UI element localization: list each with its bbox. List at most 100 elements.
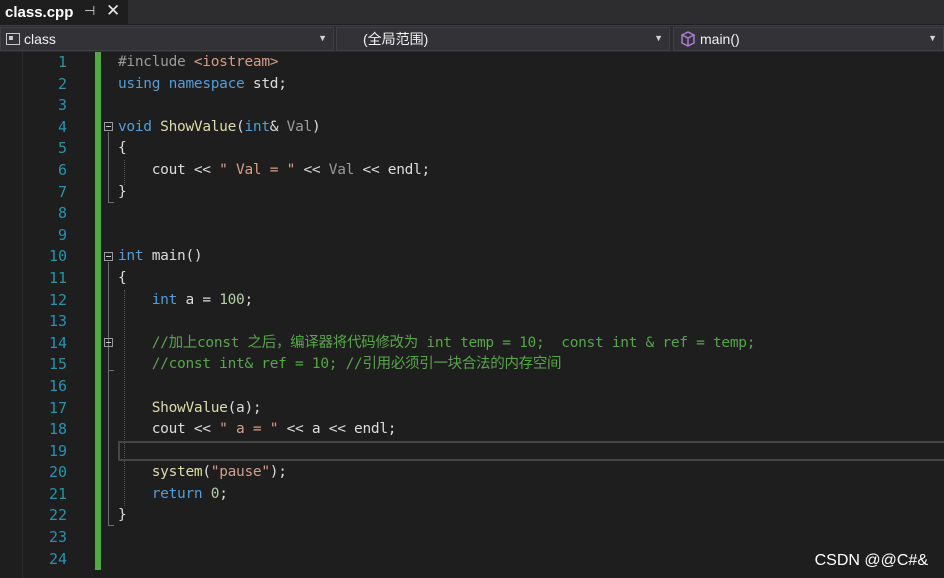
- code-line-15: //const int& ref = 10; //引用必须引一块合法的内存空间: [118, 356, 562, 373]
- code-text-segment: cout <<: [118, 421, 220, 438]
- line-number: 13: [48, 312, 67, 331]
- keyword: return: [151, 485, 203, 502]
- saved-changes-bar: [95, 52, 101, 570]
- preprocessor-directive: #include: [118, 54, 194, 70]
- string-literal: " Val = ": [219, 161, 296, 178]
- document-tab[interactable]: class.cpp ⊣ ✕: [0, 0, 128, 24]
- line-number: 16: [48, 376, 67, 395]
- line-number-gutter: 1 2 3 4 5 6 7 8 9 10 11 12 13 14 15 16 1…: [22, 52, 67, 570]
- fold-guide: [108, 262, 109, 526]
- keyword: namespace: [168, 75, 245, 92]
- code-text-segment: << a << endl;: [278, 421, 397, 438]
- method-cube-icon: [681, 31, 695, 47]
- line-number: 24: [48, 549, 67, 568]
- document-tab-bar: class.cpp ⊣ ✕: [0, 0, 944, 24]
- code-text-segment: (a);: [227, 399, 262, 416]
- code-line-10: int main(): [118, 246, 944, 268]
- code-text-segment: (: [202, 464, 211, 481]
- chevron-down-icon: ▼: [318, 33, 327, 43]
- line-number: 4: [57, 117, 67, 136]
- line-number: 7: [57, 182, 67, 201]
- code-line-22: }: [118, 505, 944, 527]
- code-line-5: {: [118, 138, 944, 160]
- line-number: 17: [48, 398, 67, 417]
- string-literal: "pause": [210, 464, 270, 481]
- code-line-6: cout << " Val = " << Val << endl;: [118, 160, 944, 182]
- code-line-7: }: [118, 182, 944, 204]
- fold-end: [108, 202, 114, 203]
- code-line-4: void ShowValue(int& Val): [118, 117, 944, 139]
- line-number: 12: [48, 290, 67, 309]
- function-dropdown[interactable]: main() ▼: [673, 27, 944, 51]
- code-line-11: {: [118, 268, 944, 290]
- code-text-segment: std;: [244, 75, 287, 92]
- scope-label: class: [24, 31, 56, 47]
- line-number: 3: [57, 96, 67, 115]
- code-line-12: int a = 100;: [118, 290, 944, 312]
- parameter: Val: [286, 118, 313, 135]
- line-number: 21: [48, 484, 67, 503]
- code-text[interactable]: #include <iostream> using namespace std;…: [118, 52, 944, 570]
- line-number: 14: [48, 333, 67, 352]
- code-text-segment: ;: [219, 485, 228, 502]
- pin-icon[interactable]: ⊣: [84, 3, 95, 19]
- range-dropdown[interactable]: (全局范围) ▼: [336, 27, 670, 51]
- line-number: 11: [48, 268, 67, 287]
- number-literal: 100: [219, 291, 245, 308]
- code-text-segment: &: [269, 118, 287, 135]
- line-number: 2: [57, 74, 67, 93]
- code-text-segment: );: [269, 464, 287, 481]
- code-line-17: ShowValue(a);: [118, 398, 944, 420]
- fold-guide: [108, 132, 109, 203]
- glyph-margin[interactable]: [0, 52, 23, 578]
- collapse-icon[interactable]: [104, 338, 113, 347]
- collapse-icon[interactable]: [104, 122, 113, 131]
- line-number: 19: [48, 441, 67, 460]
- code-text-segment: {: [118, 269, 127, 286]
- tab-title: class.cpp: [5, 3, 74, 21]
- keyword: void: [118, 118, 152, 135]
- keyword: int: [151, 291, 178, 308]
- keyword: using: [118, 75, 161, 92]
- code-text-segment: << endl;: [354, 161, 431, 178]
- code-line-21: return 0;: [118, 484, 944, 506]
- fold-end: [108, 525, 114, 526]
- code-line-20: system("pause");: [118, 462, 944, 484]
- code-text-segment: ;: [244, 291, 253, 308]
- string-literal: " a = ": [219, 421, 279, 438]
- code-editor[interactable]: 1 2 3 4 5 6 7 8 9 10 11 12 13 14 15 16 1…: [0, 52, 944, 578]
- keyword: int: [118, 248, 144, 265]
- include-path: <iostream>: [193, 54, 279, 70]
- line-number: 8: [57, 204, 67, 223]
- function-label: main(): [700, 31, 740, 47]
- code-text-segment: }: [118, 183, 127, 200]
- watermark: CSDN @@C#&: [814, 552, 928, 569]
- chevron-down-icon: ▼: [654, 33, 663, 43]
- code-line-18: cout << " a = " << a << endl;: [118, 419, 944, 441]
- line-number: 22: [48, 506, 67, 525]
- line-number: 18: [48, 420, 67, 439]
- function-name: ShowValue: [160, 118, 237, 135]
- code-text-segment: <<: [295, 161, 329, 178]
- chevron-down-icon: ▼: [928, 33, 937, 43]
- close-icon[interactable]: ✕: [106, 1, 120, 21]
- line-number: 5: [57, 139, 67, 158]
- collapse-icon[interactable]: [104, 252, 113, 261]
- code-text-segment: cout <<: [118, 161, 220, 178]
- code-text-segment: {: [118, 140, 127, 157]
- line-number: 20: [48, 463, 67, 482]
- project-scope-dropdown[interactable]: class ▼: [0, 27, 334, 51]
- parameter: Val: [328, 161, 355, 178]
- line-number: 23: [48, 528, 67, 547]
- keyword: int: [244, 118, 270, 135]
